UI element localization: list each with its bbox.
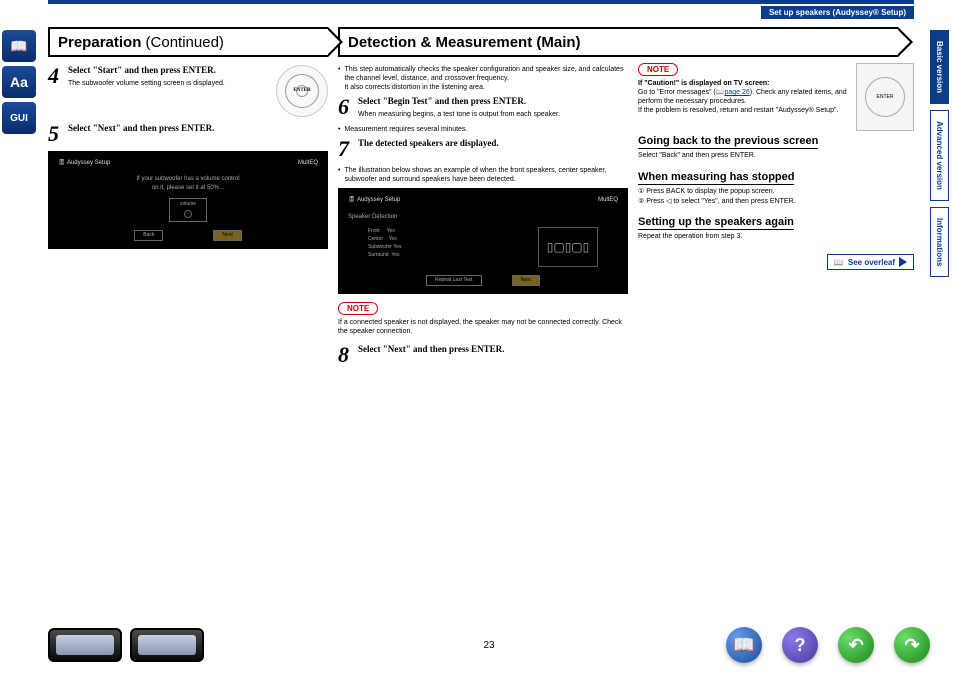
nav-back-icon[interactable]: ↶ — [838, 627, 874, 663]
subhead-setting-up-again: Setting up the speakers again — [638, 216, 794, 230]
screen-next-button: Next — [512, 275, 540, 286]
subhead-measuring-stopped: When measuring has stopped — [638, 171, 794, 185]
left-sidebar-tabs: 📖 Aa GUI — [2, 30, 40, 138]
remote-icon: ENTER — [276, 65, 328, 117]
tab-basic-version[interactable]: Basic version — [930, 30, 949, 104]
intro-bullet: This step automatically checks the speak… — [338, 65, 628, 92]
right-sidebar-tabs: Basic version Advanced version Informati… — [930, 30, 950, 283]
step5-text: Select "Next" and then press ENTER. — [68, 123, 328, 145]
step4-text: ENTER Select "Start" and then press ENTE… — [68, 65, 328, 117]
tab-gui-icon[interactable]: GUI — [2, 102, 36, 134]
step-number: 8 — [338, 344, 352, 366]
tab-advanced-version[interactable]: Advanced version — [930, 110, 949, 201]
nav-book-icon[interactable]: 📖 — [726, 627, 762, 663]
see-overleaf-link[interactable]: 📖 See overleaf — [827, 254, 914, 270]
illustration-bullet: The illustration below shows an example … — [338, 166, 628, 184]
step8-text: Select "Next" and then press ENTER. — [358, 344, 628, 366]
speaker-diagram-icon: ▯▢▯▢▯ — [538, 227, 598, 267]
page-26-link[interactable]: page 26 — [724, 89, 749, 96]
section-head-detection: Detection & Measurement (Main) — [338, 27, 898, 57]
step-number: 4 — [48, 65, 62, 117]
setting-up-again-text: Repeat the operation from step 3. — [638, 232, 914, 242]
screen-back-button: Back — [134, 230, 163, 241]
footer: 23 📖 ? ↶ ↷ — [48, 627, 930, 663]
header-chapter-tag: Set up speakers (Audyssey® Setup) — [761, 6, 914, 19]
measurement-bullet: Measurement requires several minutes. — [338, 125, 628, 134]
step-number: 5 — [48, 123, 62, 145]
device-thumbnail-2[interactable] — [130, 628, 204, 662]
nav-help-icon[interactable]: ? — [782, 627, 818, 663]
remote-full-icon: ENTER — [856, 63, 914, 131]
going-back-text: Select "Back" and then press ENTER. — [638, 151, 914, 161]
section-head-preparation: Preparation (Continued) — [48, 27, 328, 57]
tab-book-icon[interactable]: 📖 — [2, 30, 36, 62]
page-number: 23 — [483, 640, 494, 651]
step-number: 7 — [338, 138, 352, 160]
step-number: 6 — [338, 96, 352, 119]
note-text: If a connected speaker is not displayed,… — [338, 318, 628, 336]
tv-screen-detection: 🎚 Audyssey SetupMultEQ Speaker Detection… — [338, 188, 628, 294]
tab-aa-icon[interactable]: Aa — [2, 66, 36, 98]
step7-text: The detected speakers are displayed. — [358, 138, 628, 160]
nav-forward-icon[interactable]: ↷ — [894, 627, 930, 663]
screen-repeat-button: Repeat Last Test — [426, 275, 481, 286]
tv-screen-subwoofer: 🎚 Audyssey SetupMultEQ If your subwoofer… — [48, 151, 328, 249]
step6-text: Select "Begin Test" and then press ENTER… — [358, 96, 628, 119]
screen-next-button: Next — [213, 230, 241, 241]
device-thumbnail-1[interactable] — [48, 628, 122, 662]
measuring-stopped-text: ① Press BACK to display the popup screen… — [638, 187, 914, 207]
note-badge: NOTE — [638, 63, 678, 76]
tab-informations[interactable]: Informations — [930, 207, 949, 277]
note-badge: NOTE — [338, 302, 378, 315]
subhead-going-back: Going back to the previous screen — [638, 135, 818, 149]
